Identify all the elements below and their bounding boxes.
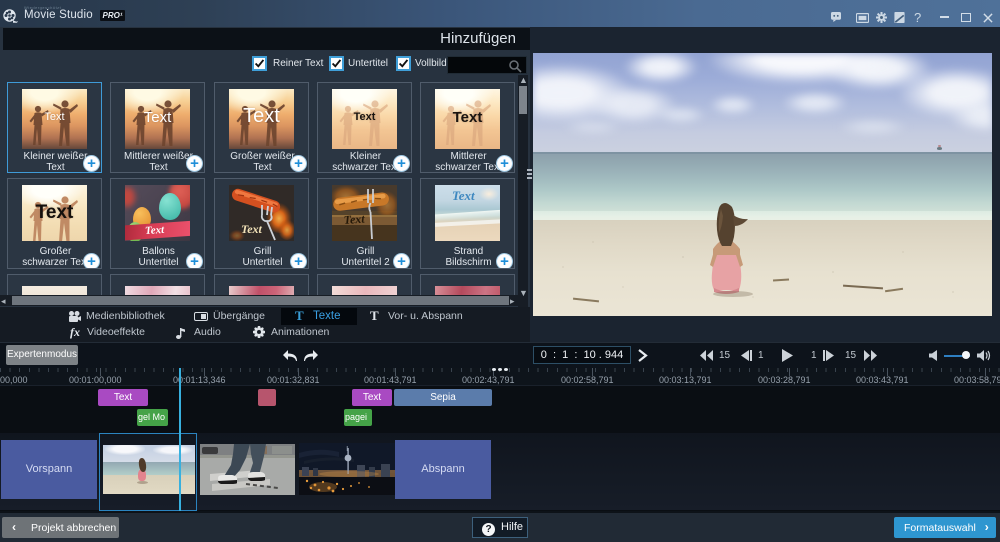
svg-text:Text: Text [343, 212, 365, 227]
svg-text:Text: Text [241, 222, 263, 236]
